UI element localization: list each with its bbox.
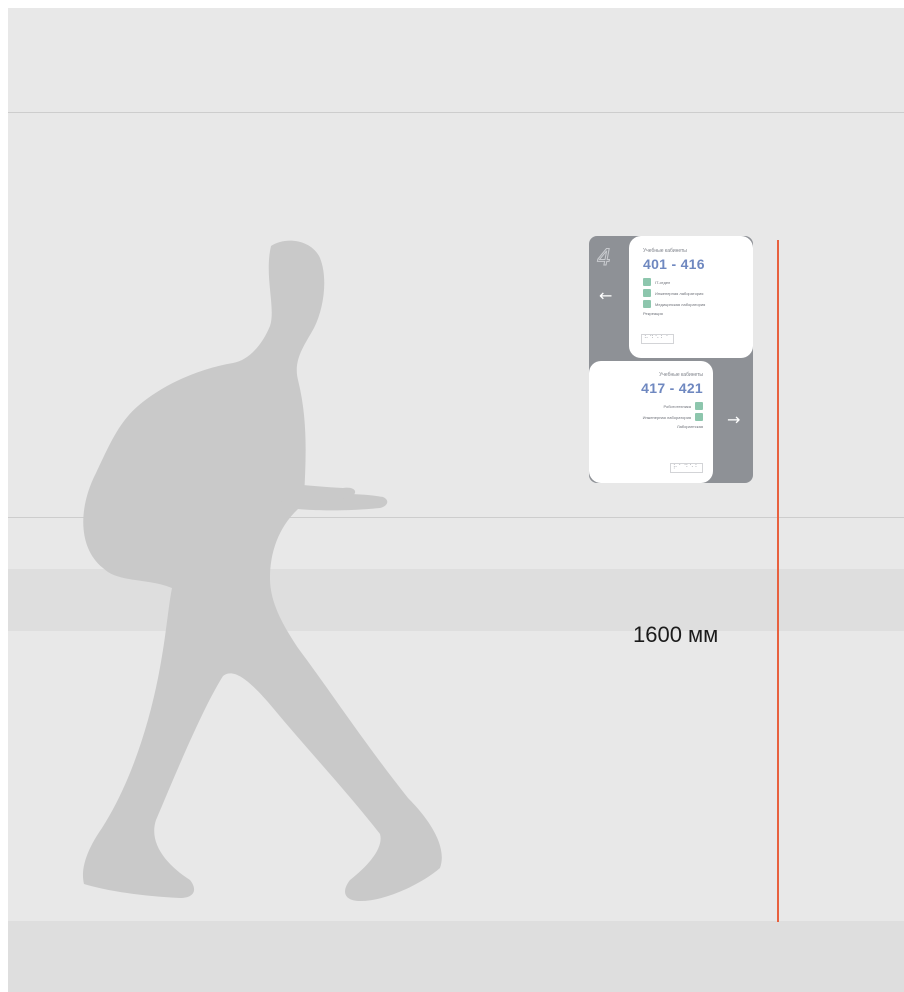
- braille-plate: ⠓⠙⠑⠃⠁: [641, 334, 674, 344]
- list-item: Инженерная лаборатория: [593, 413, 703, 421]
- item-label: IT-отдел: [655, 279, 671, 285]
- room-badge-icon: [643, 289, 651, 297]
- item-label: Инженерная лаборатория: [642, 414, 691, 420]
- item-label: Робототехника: [663, 403, 692, 409]
- sign-panel-top: Учебные кабинеты 401 - 416 IT-отдел Инже…: [629, 236, 753, 358]
- height-measure-label: 1600 мм: [633, 622, 719, 647]
- list-item: Медицинская лаборатория: [643, 300, 745, 308]
- room-badge-icon: [695, 402, 703, 410]
- arrow-right-icon: →: [727, 410, 741, 429]
- room-range: 401 - 416: [643, 256, 705, 272]
- wayfinding-sign: 4 ← → Учебные кабинеты 401 - 416 IT-отде…: [589, 236, 753, 483]
- sign-panel-bottom: Учебные кабинеты 417 - 421 Робототехника…: [589, 361, 713, 483]
- arrow-left-icon: ←: [599, 286, 613, 305]
- panel-caption: Учебные кабинеты: [659, 372, 703, 378]
- panel-caption: Учебные кабинеты: [643, 248, 687, 254]
- walking-person-silhouette: [82, 240, 442, 902]
- room-badge-icon: [643, 300, 651, 308]
- extra-label: Рекреация: [643, 311, 663, 316]
- room-badge-icon: [695, 413, 703, 421]
- list-item: Инженерная лаборатория: [643, 289, 745, 297]
- scene: 1600 мм 4 ← → Учебные кабинеты 401 - 416…: [8, 8, 904, 992]
- room-range: 417 - 421: [641, 380, 703, 396]
- floor-number: 4: [597, 246, 612, 272]
- room-badge-icon: [643, 278, 651, 286]
- extra-label: Лаборантская: [676, 424, 703, 429]
- item-label: Медицинская лаборатория: [655, 301, 706, 307]
- height-measure-line: [777, 240, 779, 922]
- list-item: Робототехника: [593, 402, 703, 410]
- item-label: Инженерная лаборатория: [655, 290, 704, 296]
- list-item: IT-отдел: [643, 278, 745, 286]
- braille-plate: ⠗⠁⠙⠑⠃: [670, 463, 703, 473]
